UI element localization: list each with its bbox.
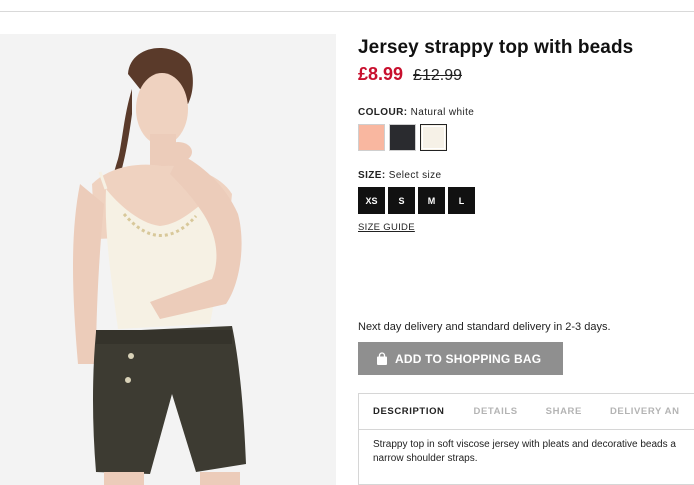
- price-row: £8.99 £12.99: [358, 64, 694, 85]
- tab-share[interactable]: SHARE: [532, 406, 596, 417]
- original-price: £12.99: [413, 67, 462, 84]
- tab-delivery[interactable]: DELIVERY AN: [596, 406, 694, 417]
- model-photo: [0, 34, 336, 485]
- description-line: narrow shoulder straps.: [373, 453, 478, 464]
- colour-swatches: [358, 124, 447, 151]
- add-to-bag-label: ADD TO SHOPPING BAG: [395, 351, 542, 366]
- colour-key: COLOUR:: [358, 107, 408, 118]
- size-guide-link[interactable]: SIZE GUIDE: [358, 222, 415, 233]
- size-s-button[interactable]: S: [388, 187, 415, 214]
- product-info: Jersey strappy top with beads £8.99 £12.…: [358, 37, 694, 375]
- size-label: SIZE: Select size: [358, 170, 442, 181]
- size-m-button[interactable]: M: [418, 187, 445, 214]
- size-xs-button[interactable]: XS: [358, 187, 385, 214]
- product-image[interactable]: [0, 34, 336, 485]
- colour-label: COLOUR: Natural white: [358, 107, 474, 118]
- tab-details[interactable]: DETAILS: [460, 406, 532, 417]
- size-l-button[interactable]: L: [448, 187, 475, 214]
- swatch-natural-white[interactable]: [420, 124, 447, 151]
- product-tabs: DESCRIPTION DETAILS SHARE DELIVERY AN St…: [358, 393, 694, 485]
- header-divider: [0, 11, 694, 12]
- size-prompt: Select size: [388, 170, 442, 181]
- swatch-black[interactable]: [389, 124, 416, 151]
- description-line: Strappy top in soft viscose jersey with …: [373, 439, 676, 450]
- delivery-note: Next day delivery and standard delivery …: [358, 321, 611, 333]
- description-text: Strappy top in soft viscose jersey with …: [359, 430, 694, 474]
- colour-selected-value: Natural white: [410, 107, 475, 118]
- size-options: XS S M L: [358, 187, 475, 214]
- swatch-peach[interactable]: [358, 124, 385, 151]
- shopping-bag-icon: [377, 351, 387, 365]
- add-to-bag-button[interactable]: ADD TO SHOPPING BAG: [358, 342, 563, 375]
- sale-price: £8.99: [358, 64, 404, 84]
- tab-description[interactable]: DESCRIPTION: [359, 406, 460, 417]
- product-title: Jersey strappy top with beads: [358, 37, 634, 58]
- size-key: SIZE:: [358, 170, 386, 181]
- tab-bar: DESCRIPTION DETAILS SHARE DELIVERY AN: [359, 394, 694, 430]
